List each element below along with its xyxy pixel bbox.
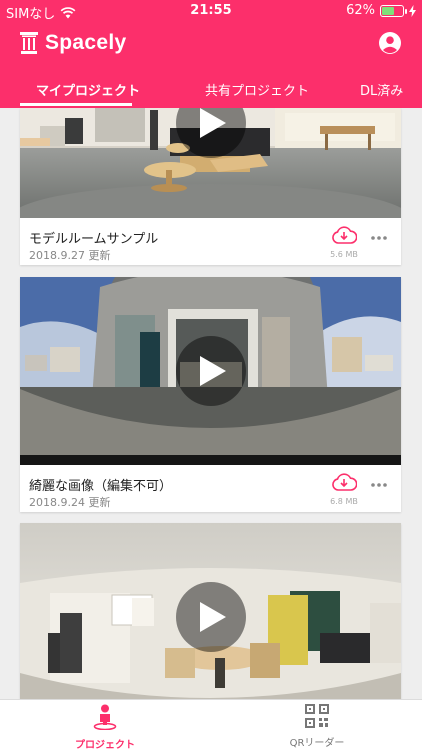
tab-my-projects[interactable]: マイプロジェクト [36, 80, 140, 99]
panorama-thumbnail[interactable] [20, 523, 401, 711]
project-updated-date: 2018.9.27 更新 [29, 249, 111, 262]
bottom-navigation: プロジェクト QRリーダー [0, 699, 422, 750]
play-icon [199, 602, 226, 632]
download-button[interactable]: 5.6 MB [329, 225, 359, 259]
status-bar: SIMなし 21:55 62% [0, 0, 422, 22]
tab-shared-projects[interactable]: 共有プロジェクト [205, 80, 309, 99]
nav-projects-label: プロジェクト [75, 740, 135, 750]
header: SIMなし 21:55 62% Spacely マイプロジェクト 共有プロジェク… [0, 0, 422, 108]
cloud-download-icon [332, 473, 358, 491]
active-tab-indicator [20, 103, 132, 106]
status-right: 62% [346, 3, 416, 18]
more-options-icon[interactable] [371, 481, 387, 489]
person-pin-icon [93, 704, 117, 731]
battery-percent: 62% [346, 3, 375, 18]
nav-qr-reader[interactable]: QRリーダー [262, 704, 372, 749]
nav-projects[interactable]: プロジェクト [50, 704, 160, 750]
play-icon [199, 108, 226, 138]
play-button[interactable] [175, 336, 246, 406]
project-card[interactable]: モデルルームサンプル 2018.9.27 更新 5.6 MB [20, 108, 401, 265]
qr-code-icon [305, 704, 329, 728]
project-title: モデルルームサンプル [29, 232, 159, 247]
download-size: 5.6 MB [330, 250, 358, 259]
app-screen: SIMなし 21:55 62% Spacely マイプロジェクト 共有プロジェク… [0, 0, 422, 750]
battery-icon [380, 4, 407, 17]
nav-qr-reader-label: QRリーダー [289, 738, 345, 749]
download-size: 6.8 MB [330, 497, 358, 506]
download-button[interactable]: 6.8 MB [329, 472, 359, 506]
cloud-download-icon [332, 226, 358, 244]
project-title: 綺麗な画像（編集不可） [29, 479, 173, 494]
play-icon [199, 356, 226, 386]
app-title: Spacely [45, 31, 127, 54]
panorama-thumbnail[interactable] [20, 277, 401, 465]
project-tabs: マイプロジェクト 共有プロジェクト DL済み [0, 70, 422, 106]
battery-level-fill [382, 6, 395, 15]
panorama-thumbnail[interactable] [20, 108, 401, 218]
charging-icon [409, 4, 416, 17]
project-card[interactable]: 綺麗な画像（編集不可） 2018.9.24 更新 6.8 MB [20, 277, 401, 512]
pillar-logo-icon [20, 32, 38, 54]
app-bar: Spacely [0, 27, 422, 63]
app-logo: Spacely [20, 31, 127, 55]
card-info: モデルルームサンプル 2018.9.27 更新 5.6 MB [20, 218, 401, 265]
tab-downloaded[interactable]: DL済み [360, 80, 403, 99]
more-options-icon[interactable] [371, 234, 387, 242]
card-info: 綺麗な画像（編集不可） 2018.9.24 更新 6.8 MB [20, 465, 401, 512]
project-updated-date: 2018.9.24 更新 [29, 496, 111, 509]
account-icon[interactable] [378, 31, 402, 55]
play-button[interactable] [175, 582, 246, 652]
project-card[interactable] [20, 523, 401, 711]
